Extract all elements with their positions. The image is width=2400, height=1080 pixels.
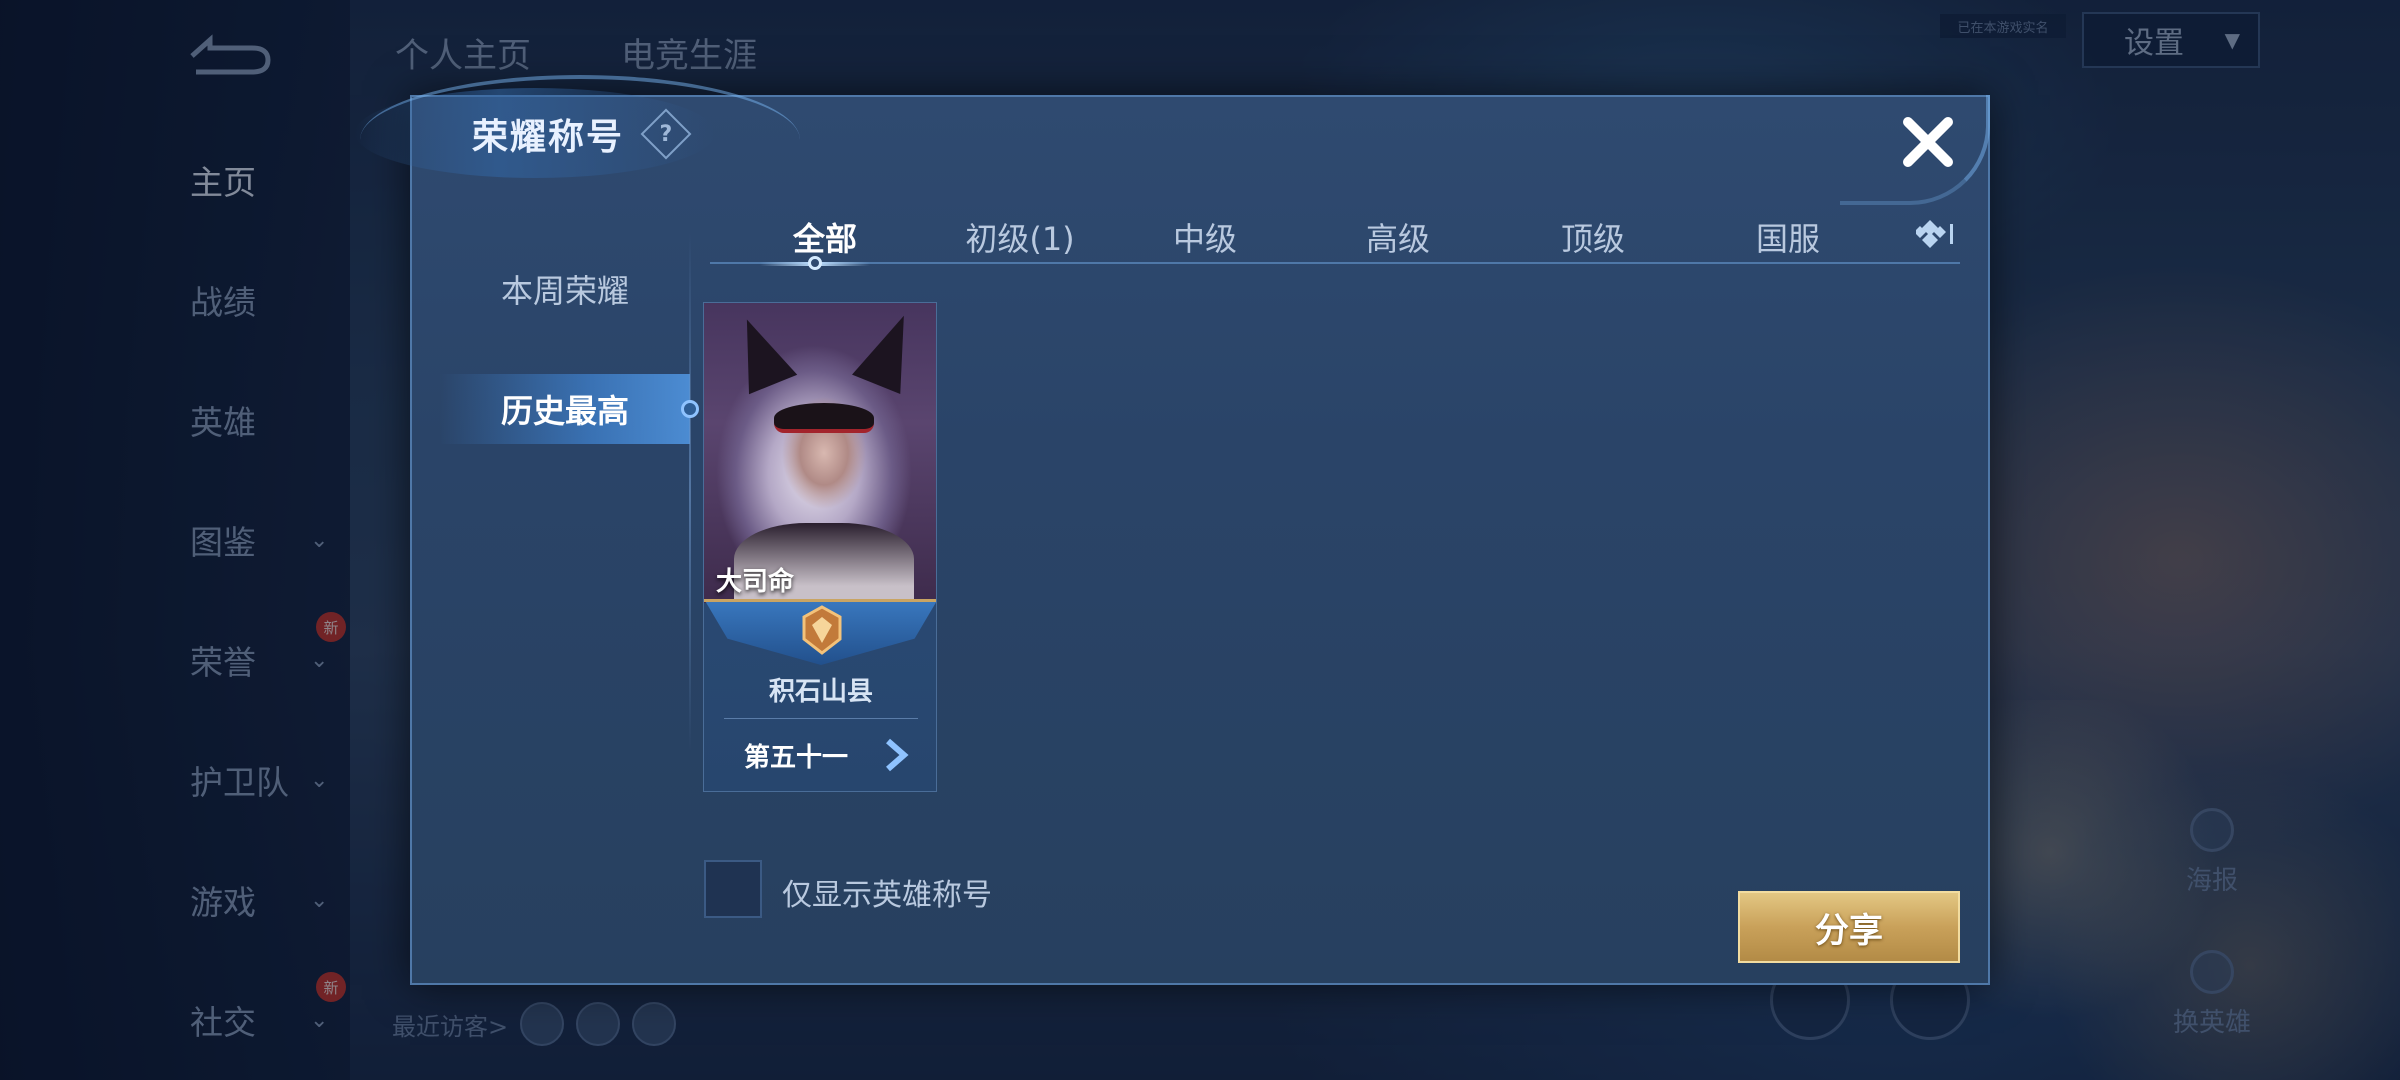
hero-horn-right: [852, 305, 928, 395]
hero-portrait: [704, 303, 936, 613]
tab-senior[interactable]: 高级: [1318, 214, 1478, 260]
active-tab-dot: [808, 256, 822, 270]
dialog-title: 荣耀称号: [472, 117, 625, 158]
tab-junior[interactable]: 初级(1): [940, 214, 1100, 260]
side-tab-label: 本周荣耀: [500, 272, 629, 310]
share-label: 分享: [1815, 910, 1883, 951]
card-divider: [724, 718, 918, 719]
tab-this-week[interactable]: 本周荣耀: [440, 254, 690, 324]
hero-name: 大司命: [716, 567, 795, 597]
hero-crown: [774, 403, 874, 433]
share-button[interactable]: 分享: [1738, 891, 1960, 963]
honor-title-card[interactable]: 大司命 积石山县 第五十一: [703, 302, 937, 792]
active-tab-indicator: [681, 400, 699, 418]
tab-all[interactable]: 全部: [745, 214, 905, 260]
tab-national[interactable]: 国服: [1708, 214, 1868, 260]
help-symbol: ?: [659, 121, 673, 147]
side-divider: [689, 232, 691, 752]
hero-title-only-checkbox[interactable]: [704, 860, 762, 918]
more-tabs-icon[interactable]: [1916, 216, 1956, 252]
tab-intermediate[interactable]: 中级: [1125, 214, 1285, 260]
checkbox-label: 仅显示英雄称号: [782, 878, 992, 913]
tab-top[interactable]: 顶级: [1513, 214, 1673, 260]
side-tab-label: 历史最高: [500, 392, 629, 430]
chevron-right-icon: [886, 738, 909, 772]
level-tabs: 全部 初级(1) 中级 高级 顶级 国服: [710, 208, 1960, 264]
tab-history-best[interactable]: 历史最高: [440, 374, 690, 444]
rank-position: 第五十一: [744, 743, 849, 773]
hero-horn-left: [722, 309, 798, 395]
close-icon[interactable]: [1898, 112, 1958, 172]
rank-emblem-icon: [802, 605, 842, 655]
region-name: 积石山县: [768, 677, 873, 707]
